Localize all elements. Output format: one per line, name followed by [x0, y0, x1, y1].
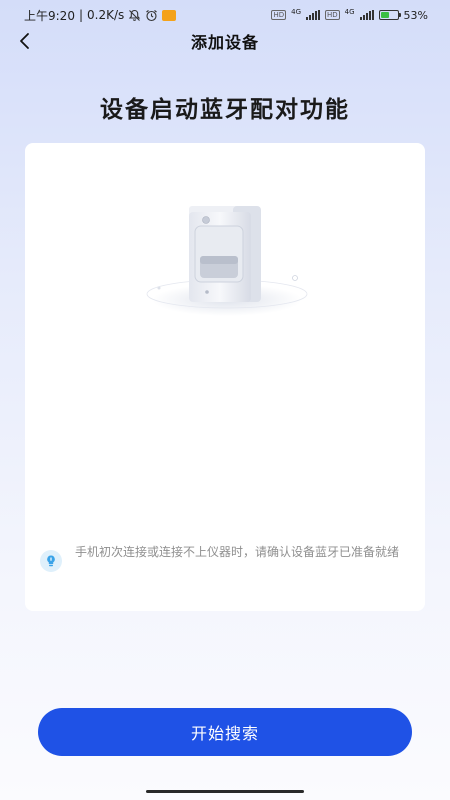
battery-percent: 53%	[403, 8, 428, 22]
start-search-button[interactable]: 开始搜索	[38, 708, 412, 756]
signal-icon	[359, 10, 374, 20]
status-time: 上午9:20	[24, 8, 75, 23]
hd-badge-2: HD	[325, 10, 340, 20]
chevron-left-icon	[20, 33, 29, 49]
headline: 设备启动蓝牙配对功能	[100, 97, 350, 123]
back-button[interactable]	[12, 28, 38, 54]
alarm-icon	[145, 9, 158, 22]
network-speed: 0.2K/s	[87, 8, 125, 22]
status-right: HD 4G HD 4G 53%	[271, 7, 428, 22]
nav-bar: 添加设备	[0, 26, 450, 56]
status-left: 上午9:20 | 0.2K/s	[24, 7, 177, 24]
signal-icon	[306, 10, 320, 20]
page-title: 添加设备	[190, 33, 259, 52]
lightbulb-icon	[40, 550, 62, 572]
status-separator: |	[78, 8, 83, 22]
app-notification-icon	[162, 9, 177, 21]
instruction-card: 手机初次连接或连接不上仪器时，请确认设备蓝牙已准备就绪	[25, 143, 425, 611]
bluetooth-tip: 手机初次连接或连接不上仪器时，请确认设备蓝牙已准备就绪	[39, 543, 411, 573]
hd-badge-1: HD	[271, 10, 287, 20]
battery-icon	[378, 10, 401, 20]
tip-text: 手机初次连接或连接不上仪器时，请确认设备蓝牙已准备就绪	[75, 545, 400, 559]
mute-bell-icon	[128, 9, 141, 22]
pet-feeder-illustration	[146, 206, 308, 316]
network-type-2: 4G	[344, 7, 355, 16]
home-indicator[interactable]	[146, 790, 304, 793]
network-type-1: 4G	[291, 7, 301, 16]
